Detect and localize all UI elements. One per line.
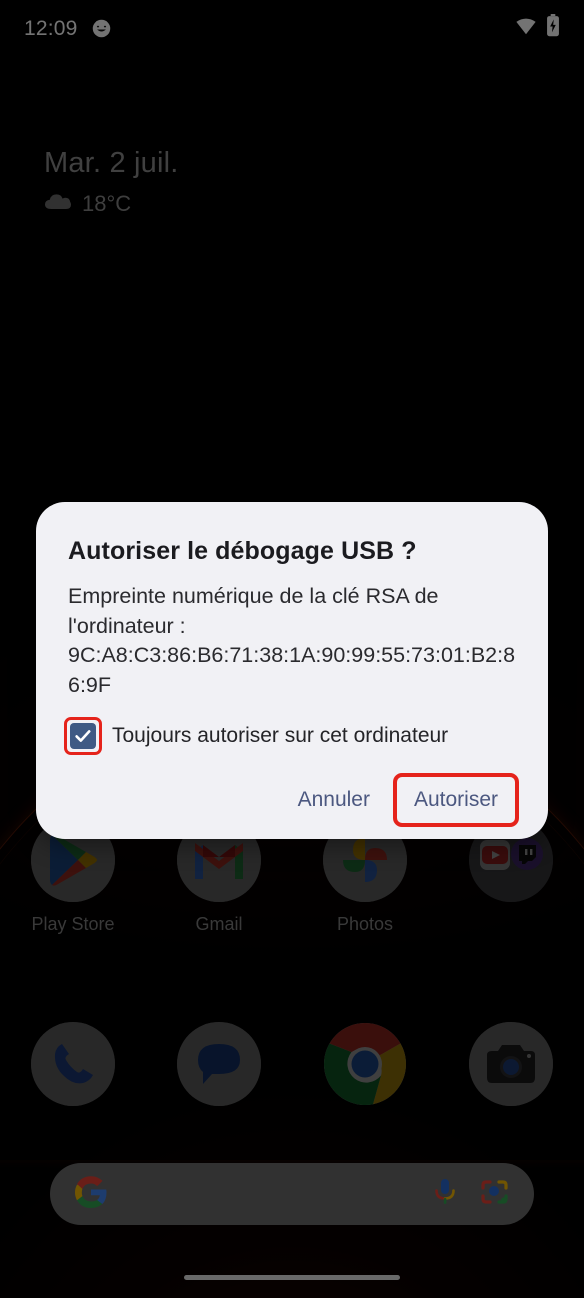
android-home-screen: 12:09 Ma (0, 0, 584, 1298)
dialog-message-line: Empreinte numérique de la clé RSA de l'o… (68, 584, 439, 638)
always-allow-label: Toujours autoriser sur cet ordinateur (112, 723, 449, 747)
rsa-fingerprint: 9C:A8:C3:86:B6:71:38:1A:90:99:55:73:01:B… (68, 643, 516, 697)
always-allow-checkbox[interactable] (64, 716, 102, 755)
always-allow-row[interactable]: Toujours autoriser sur cet ordinateur (64, 716, 516, 755)
usb-debugging-dialog: Autoriser le débogage USB ? Empreinte nu… (36, 502, 548, 839)
dialog-actions: Annuler Autoriser (68, 772, 520, 827)
dialog-message: Empreinte numérique de la clé RSA de l'o… (68, 582, 516, 701)
checkmark-icon (75, 729, 91, 742)
allow-button[interactable]: Autoriser (392, 772, 520, 827)
dialog-title: Autoriser le débogage USB ? (68, 537, 417, 565)
cancel-button[interactable]: Annuler (282, 779, 386, 821)
